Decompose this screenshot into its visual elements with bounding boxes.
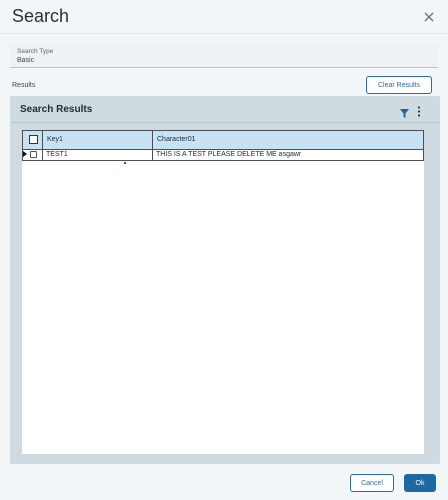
search-type-field[interactable]: Search Type Basic xyxy=(10,44,438,68)
select-all-checkbox[interactable] xyxy=(29,135,38,144)
panel-title: Search Results xyxy=(20,104,93,115)
search-type-value: Basic xyxy=(17,57,35,64)
dialog-title: Search xyxy=(12,6,70,26)
filter-icon[interactable] xyxy=(400,105,409,118)
more-options-icon[interactable] xyxy=(416,104,422,117)
clear-results-button[interactable]: Clear Results xyxy=(366,76,432,94)
results-grid: Key1 Character01 TEST1 THIS IS A TEST PL… xyxy=(22,130,424,454)
grid-header-row: Key1 Character01 xyxy=(22,130,424,150)
search-type-label: Search Type xyxy=(17,48,54,55)
ok-button[interactable]: Ok xyxy=(404,474,436,492)
dialog-header: Search xyxy=(0,0,448,34)
column-header-character01[interactable]: Character01 xyxy=(153,131,423,149)
cell-character01: THIS IS A TEST PLEASE DELETE ME asgawr xyxy=(156,151,302,158)
row-checkbox[interactable] xyxy=(30,151,37,158)
cancel-button[interactable]: Cancel xyxy=(350,474,394,492)
row-select-cell xyxy=(23,150,43,160)
select-all-cell xyxy=(23,131,43,149)
table-row[interactable]: TEST1 THIS IS A TEST PLEASE DELETE ME as… xyxy=(22,150,424,161)
dialog-footer: Cancel Ok xyxy=(0,466,448,500)
close-icon[interactable] xyxy=(421,9,437,25)
current-row-indicator-icon xyxy=(23,151,27,157)
column-header-key1[interactable]: Key1 xyxy=(43,131,153,149)
red-marker xyxy=(124,162,126,164)
panel-divider xyxy=(10,122,440,123)
search-results-panel: Search Results Key1 Character01 TEST1 TH… xyxy=(10,96,440,464)
results-label: Results xyxy=(12,82,36,89)
cell-key1: TEST1 xyxy=(43,150,153,160)
